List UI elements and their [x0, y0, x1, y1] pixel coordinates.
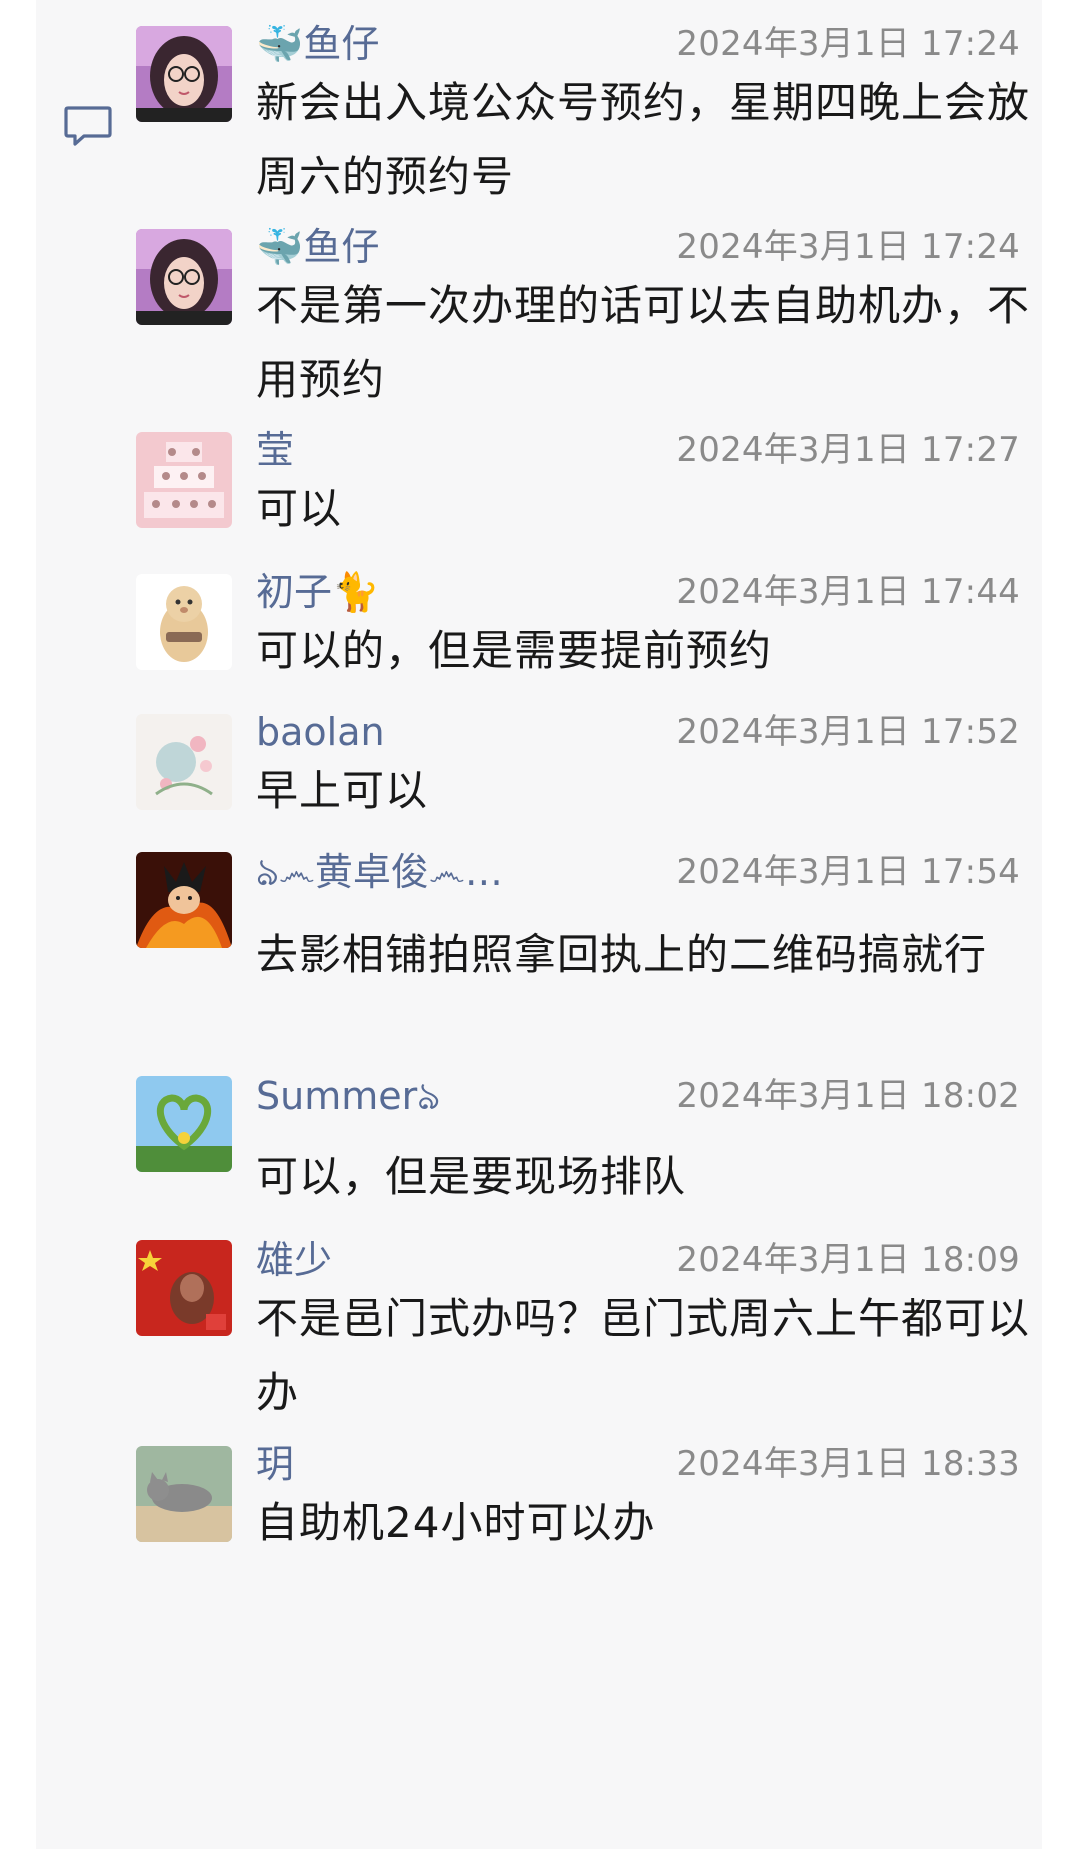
girl-with-glasses-avatar-icon	[136, 26, 232, 122]
floral-illustration-avatar-icon	[136, 714, 232, 810]
comment-item[interactable]: 🐳鱼仔 2024年3月1日 17:24 新会出入境公众号预约，星期四晚上会放周六…	[36, 0, 1042, 201]
comment-time: 2024年3月1日 17:27	[676, 430, 1020, 470]
comment-text: 可以的，但是需要提前预约	[256, 626, 773, 675]
cat-on-box-avatar-icon	[136, 1446, 232, 1542]
commenter-name[interactable]: Summerঌ	[256, 1072, 440, 1120]
avatar[interactable]	[136, 26, 232, 122]
comment-text: 去影相铺拍照拿回执上的二维码搞就行	[256, 930, 988, 979]
comment-text: 早上可以	[256, 766, 429, 815]
commenter-name[interactable]: ঌ෴黄卓俊෴…	[256, 848, 503, 896]
commenter-name[interactable]: 莹	[256, 426, 294, 474]
commenter-name[interactable]: 玥	[256, 1440, 294, 1488]
cactus-heart-avatar-icon	[136, 1076, 232, 1172]
comment-item[interactable]: 初子🐈 2024年3月1日 17:44 可以的，但是需要提前预约	[36, 552, 1042, 692]
red-flag-portrait-avatar-icon	[136, 1240, 232, 1336]
avatar[interactable]	[136, 574, 232, 670]
anime-fire-hero-avatar-icon	[136, 852, 232, 948]
avatar[interactable]	[136, 1446, 232, 1542]
comment-time: 2024年3月1日 18:09	[676, 1240, 1020, 1280]
comment-time: 2024年3月1日 18:33	[676, 1444, 1020, 1484]
comment-text: 不是邑门式办吗？邑门式周六上午都可以办	[256, 1294, 1031, 1417]
comment-time: 2024年3月1日 17:54	[676, 852, 1020, 892]
avatar[interactable]	[136, 714, 232, 810]
comment-item[interactable]: baolan 2024年3月1日 17:52 早上可以	[36, 692, 1042, 832]
avatar[interactable]	[136, 1240, 232, 1336]
comment-item[interactable]: 🐳鱼仔 2024年3月1日 17:24 不是第一次办理的话可以去自助机办，不用预…	[36, 203, 1042, 404]
comment-item[interactable]: ঌ෴黄卓俊෴… 2024年3月1日 17:54 去影相铺拍照拿回执上的二维码搞就…	[36, 834, 1042, 1054]
cartoon-hamster-avatar-icon	[136, 574, 232, 670]
pink-collage-avatar-icon	[136, 432, 232, 528]
avatar[interactable]	[136, 1076, 232, 1172]
commenter-name[interactable]: baolan	[256, 708, 385, 756]
commenter-name[interactable]: 🐳鱼仔	[256, 223, 379, 271]
avatar[interactable]	[136, 852, 232, 948]
comment-time: 2024年3月1日 17:24	[676, 24, 1020, 64]
comment-time: 2024年3月1日 17:24	[676, 227, 1020, 267]
comment-text: 可以	[256, 484, 343, 533]
commenter-name[interactable]: 初子🐈	[256, 568, 379, 616]
comment-text: 可以，但是要现场排队	[256, 1152, 687, 1201]
comment-text: 不是第一次办理的话可以去自助机办，不用预约	[256, 281, 1031, 404]
avatar[interactable]	[136, 432, 232, 528]
avatar[interactable]	[136, 229, 232, 325]
girl-with-glasses-avatar-icon	[136, 229, 232, 325]
commenter-name[interactable]: 雄少	[256, 1236, 332, 1284]
comment-text: 新会出入境公众号预约，星期四晚上会放周六的预约号	[256, 78, 1031, 201]
comment-time: 2024年3月1日 17:52	[676, 712, 1020, 752]
comment-item[interactable]: 莹 2024年3月1日 17:27 可以	[36, 408, 1042, 548]
comment-text: 自助机24小时可以办	[256, 1498, 656, 1547]
comment-time: 2024年3月1日 17:44	[676, 572, 1020, 612]
comment-time: 2024年3月1日 18:02	[676, 1076, 1020, 1116]
comment-item[interactable]: 雄少 2024年3月1日 18:09 不是邑门式办吗？邑门式周六上午都可以办	[36, 1222, 1042, 1422]
comment-item[interactable]: Summerঌ 2024年3月1日 18:02 可以，但是要现场排队	[36, 1058, 1042, 1218]
commenter-name[interactable]: 🐳鱼仔	[256, 20, 379, 68]
comment-item[interactable]: 玥 2024年3月1日 18:33 自助机24小时可以办	[36, 1426, 1042, 1566]
